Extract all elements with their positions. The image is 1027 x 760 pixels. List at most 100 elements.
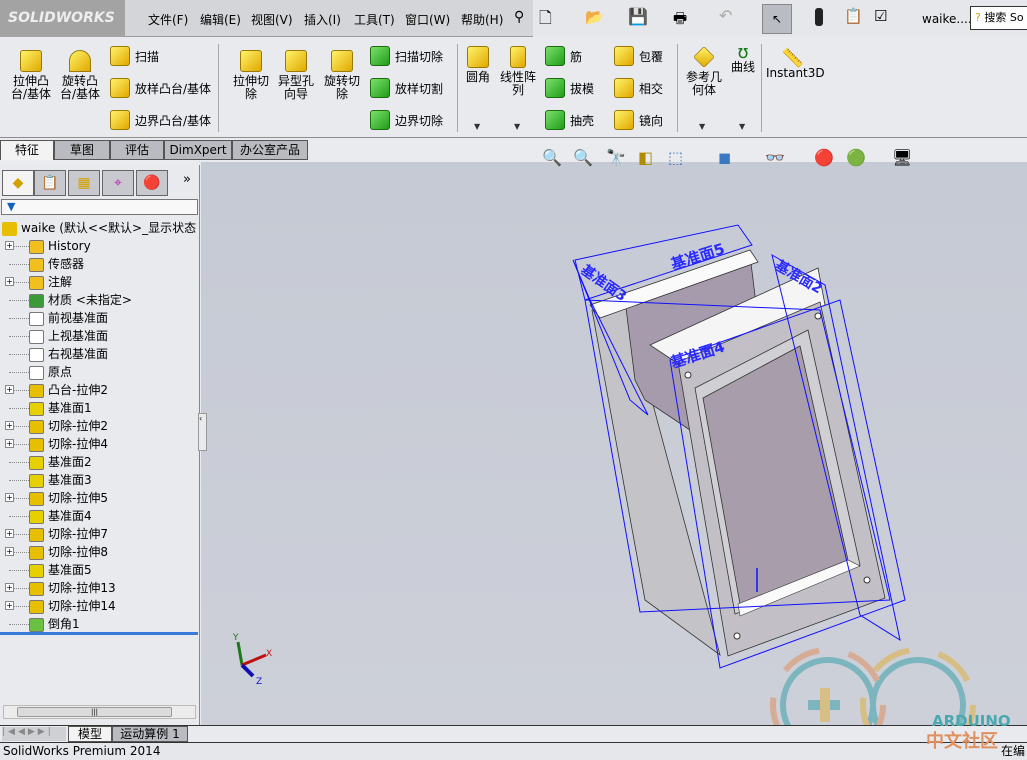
undo-icon[interactable]: ↶ [719,6,732,25]
tab-scroll-arrows[interactable]: |◀◀▶▶| [2,727,66,741]
menu-help[interactable]: 帮助(H) [461,11,503,28]
menu-insert[interactable]: 插入(I) [304,11,341,28]
display-style-icon[interactable]: ◼ [718,148,731,167]
tree-item[interactable]: + 切除-拉伸8 [0,543,108,561]
search-box[interactable]: ? 搜索 So [970,6,1027,30]
rib-button[interactable]: 筋 [545,46,582,66]
new-document-icon[interactable]: 🗋 [539,7,552,34]
shell-button[interactable]: 抽壳 [545,110,594,130]
tree-item[interactable]: 右视基准面 [0,345,108,363]
lofted-cut-button[interactable]: 放样切割 [370,78,443,98]
tree-item[interactable]: 基准面2 [0,453,92,471]
expand-toggle-icon[interactable]: + [5,241,14,250]
tab-motion-study[interactable]: 运动算例 1 [112,726,188,742]
propertymanager-tab[interactable]: 📋 [34,170,66,196]
hide-show-items-icon[interactable]: 👓 [765,148,785,167]
view-settings-monitor-icon[interactable]: 🖥 [892,148,912,167]
tree-item[interactable]: + 切除-拉伸5 [0,489,108,507]
scrollbar-thumb[interactable]: ||| [17,707,172,717]
tree-item[interactable]: + 切除-拉伸14 [0,597,116,615]
rebuild-traffic-light-icon[interactable] [815,8,823,26]
reference-geometry-button[interactable]: 参考几何体 [684,46,724,97]
open-folder-icon[interactable]: 📂 [585,8,604,26]
menu-window[interactable]: 窗口(W) [405,11,450,28]
tab-sketch[interactable]: 草图 [54,140,110,160]
boundary-cut-button[interactable]: 边界切除 [370,110,443,130]
options-list-icon[interactable]: ☑ [874,7,887,25]
curves-dropdown-arrow[interactable]: ▼ [739,122,745,131]
revolve-cut-button[interactable]: 旋转切除 [320,50,364,101]
swept-cut-button[interactable]: 扫描切除 [370,46,443,66]
apply-scene-icon[interactable]: 🟢 [846,148,866,167]
tree-item[interactable]: 倒角1 [0,615,80,633]
tree-filter-input[interactable]: ▼ [1,199,198,215]
fillet-dropdown-arrow[interactable]: ▼ [474,122,480,131]
expand-tabs-icon[interactable]: » [183,172,191,187]
tree-item[interactable]: 前视基准面 [0,309,108,327]
displaymanager-tab[interactable]: 🔴 [136,170,168,196]
expand-toggle-icon[interactable]: + [5,439,14,448]
tree-item[interactable]: 基准面1 [0,399,92,417]
zoom-to-fit-icon[interactable]: 🔍 [542,148,562,167]
solidworks-logo[interactable]: SOLIDWORKS [0,0,125,37]
tab-features[interactable]: 特征 [0,140,54,160]
pin-icon[interactable]: ⚲ [514,9,524,25]
tree-item[interactable]: + 凸台-拉伸2 [0,381,108,399]
tree-item[interactable]: + 切除-拉伸13 [0,579,116,597]
hole-wizard-button[interactable]: 异型孔向导 [274,50,318,101]
view-orientation-icon[interactable]: ⬚ [668,148,683,167]
menu-tools[interactable]: 工具(T) [354,11,395,28]
ref-geometry-dropdown-arrow[interactable]: ▼ [699,122,705,131]
tab-evaluate[interactable]: 评估 [110,140,164,160]
expand-toggle-icon[interactable]: + [5,421,14,430]
intersect-button[interactable]: 相交 [614,78,663,98]
select-cursor-icon[interactable]: ↖ [762,4,792,34]
menu-file[interactable]: 文件(F) [148,11,188,28]
tree-item[interactable]: 上视基准面 [0,327,108,345]
configurationmanager-tab[interactable]: ▦ [68,170,100,196]
tree-item[interactable]: + 切除-拉伸4 [0,435,108,453]
tree-root-part[interactable]: waike (默认<<默认>_显示状态 [2,219,196,237]
boundary-boss-button[interactable]: 边界凸台/基体 [110,110,211,130]
featuremanager-tab[interactable]: ◆ [2,170,34,196]
tree-item[interactable]: 基准面3 [0,471,92,489]
edit-appearance-icon[interactable]: 🔴 [814,148,834,167]
expand-toggle-icon[interactable]: + [5,529,14,538]
curves-button[interactable]: ʊ 曲线 [728,44,758,74]
horizontal-scrollbar[interactable]: ||| [3,705,196,719]
extrude-boss-button[interactable]: 拉伸凸台/基体 [8,50,54,101]
previous-view-icon[interactable]: 🔭 [606,148,626,167]
extrude-cut-button[interactable]: 拉伸切除 [229,50,273,101]
tree-item[interactable]: 传感器 [0,255,84,273]
save-icon[interactable]: 💾 [628,7,648,26]
expand-toggle-icon[interactable]: + [5,493,14,502]
tree-item[interactable]: 原点 [0,363,72,381]
expand-toggle-icon[interactable]: + [5,583,14,592]
tab-model[interactable]: 模型 [68,726,112,742]
tree-item[interactable]: 材质 <未指定> [0,291,132,309]
dimxpertmanager-tab[interactable]: ⌖ [102,170,134,196]
tree-item[interactable]: + 切除-拉伸2 [0,417,108,435]
draft-button[interactable]: 拔模 [545,78,594,98]
tree-item[interactable]: 基准面4 [0,507,92,525]
tab-dimxpert[interactable]: DimXpert [164,140,232,160]
linear-pattern-button[interactable]: 线性阵列 [498,46,538,97]
revolve-boss-button[interactable]: 旋转凸台/基体 [57,50,103,101]
zoom-to-area-icon[interactable]: 🔍 [573,148,593,167]
tree-item[interactable]: + 注解 [0,273,72,291]
wrap-button[interactable]: 包覆 [614,46,663,66]
mirror-button[interactable]: 镜向 [614,110,663,130]
fillet-button[interactable]: 圆角 [462,46,494,84]
menu-view[interactable]: 视图(V) [251,11,293,28]
tree-item[interactable]: 基准面5 [0,561,92,579]
expand-toggle-icon[interactable]: + [5,547,14,556]
pattern-dropdown-arrow[interactable]: ▼ [514,122,520,131]
tree-item[interactable]: + History [0,237,91,255]
menu-edit[interactable]: 编辑(E) [200,11,241,28]
expand-toggle-icon[interactable]: + [5,385,14,394]
expand-toggle-icon[interactable]: + [5,601,14,610]
file-properties-icon[interactable]: 📋 [844,7,863,25]
instant3d-button[interactable]: 📏 Instant3D [766,50,825,80]
print-icon[interactable]: 🖶 [673,8,687,33]
graphics-viewport[interactable]: 基准面5 基准面3 基准面2 基准面4 Y X Z [201,162,1027,725]
